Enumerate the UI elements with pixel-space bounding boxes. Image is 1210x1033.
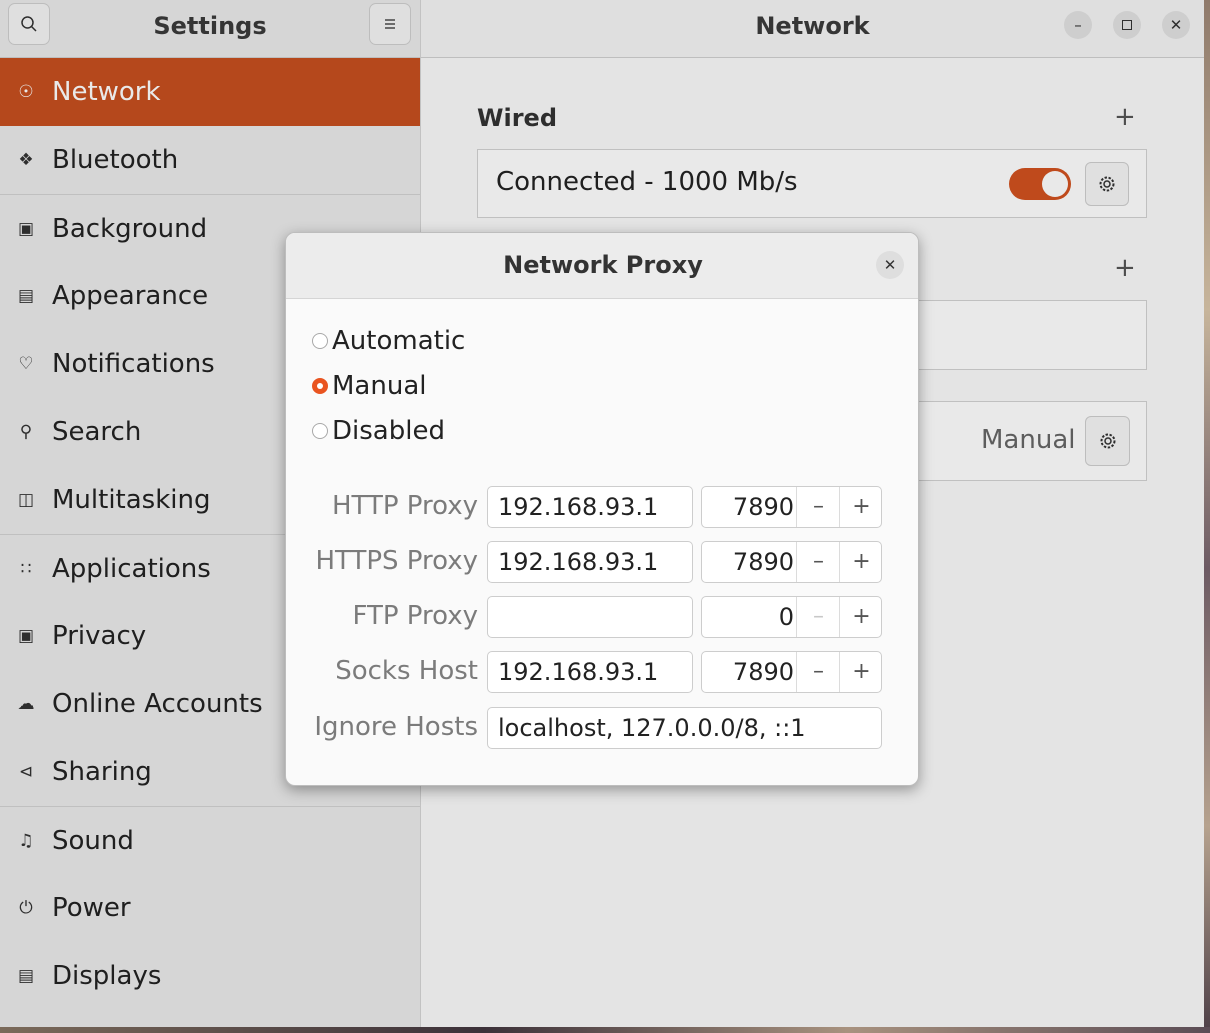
settings-window: Settings ☉ Network ❖ Bluetooth ▣ Backgro… <box>0 0 1204 1027</box>
ignore-hosts-label: Ignore Hosts <box>314 712 478 742</box>
radio-automatic[interactable]: Automatic <box>312 326 465 356</box>
radio-label: Disabled <box>332 416 445 446</box>
port-value[interactable]: 7890 <box>702 542 794 582</box>
radio-indicator <box>312 423 328 439</box>
https-proxy-label: HTTPS Proxy <box>315 546 478 576</box>
radio-label: Automatic <box>332 326 466 356</box>
socks-port-stepper: 7890 – + <box>701 651 882 693</box>
desktop-background-edge <box>1204 0 1210 1033</box>
decrement-button[interactable]: – <box>796 487 840 527</box>
increment-button[interactable]: + <box>839 487 883 527</box>
decrement-button[interactable]: – <box>796 597 840 637</box>
radio-disabled[interactable]: Disabled <box>312 416 445 446</box>
radio-manual[interactable]: Manual <box>312 371 426 401</box>
https-proxy-port-stepper: 7890 – + <box>701 541 882 583</box>
ftp-proxy-host-input[interactable] <box>487 596 693 638</box>
decrement-button[interactable]: – <box>796 542 840 582</box>
decrement-button[interactable]: – <box>796 652 840 692</box>
port-value[interactable]: 7890 <box>702 652 794 692</box>
https-proxy-host-input[interactable]: 192.168.93.1 <box>487 541 693 583</box>
network-proxy-dialog: Network Proxy ✕ Automatic Manual Disable… <box>285 232 919 786</box>
increment-button[interactable]: + <box>839 652 883 692</box>
port-value[interactable]: 7890 <box>702 487 794 527</box>
ftp-proxy-label: FTP Proxy <box>352 601 478 631</box>
desktop-background-bottom <box>0 1027 1210 1033</box>
ftp-proxy-port-stepper: 0 – + <box>701 596 882 638</box>
close-icon: ✕ <box>883 256 897 274</box>
ignore-hosts-input[interactable]: localhost, 127.0.0.0/8, ::1 <box>487 707 882 749</box>
http-proxy-label: HTTP Proxy <box>331 491 478 521</box>
increment-button[interactable]: + <box>839 597 883 637</box>
http-proxy-host-input[interactable]: 192.168.93.1 <box>487 486 693 528</box>
http-proxy-port-stepper: 7890 – + <box>701 486 882 528</box>
dialog-close-button[interactable]: ✕ <box>876 251 904 279</box>
radio-indicator <box>312 378 328 394</box>
radio-label: Manual <box>332 371 427 401</box>
dialog-header: Network Proxy ✕ <box>286 233 918 299</box>
socks-host-label: Socks Host <box>335 656 478 686</box>
socks-host-input[interactable]: 192.168.93.1 <box>487 651 693 693</box>
increment-button[interactable]: + <box>839 542 883 582</box>
dialog-title: Network Proxy <box>503 251 703 279</box>
port-value[interactable]: 0 <box>702 597 794 637</box>
radio-indicator <box>312 333 328 349</box>
